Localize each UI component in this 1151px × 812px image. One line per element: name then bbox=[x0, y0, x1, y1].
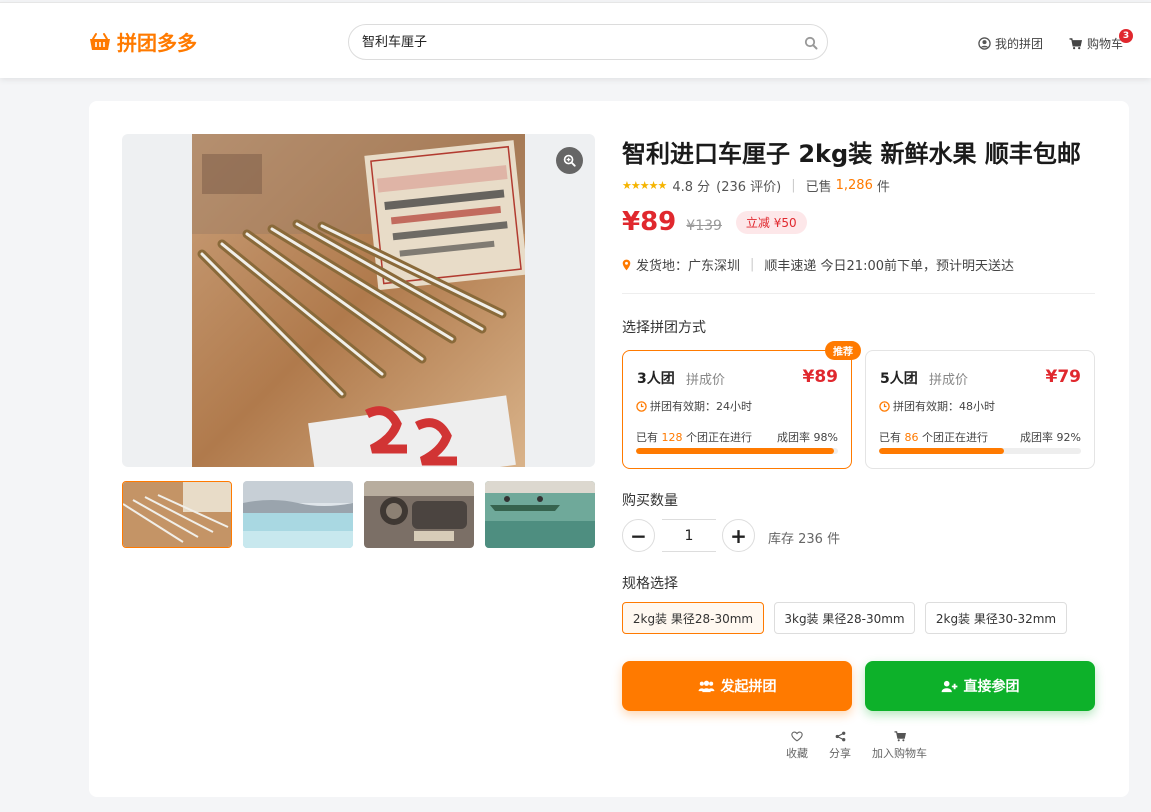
section-divider bbox=[622, 293, 1095, 294]
price-row: ¥89 ¥139 立减 ¥50 bbox=[622, 207, 807, 237]
spec-option-2[interactable]: 3kg装 果径28-30mm bbox=[774, 602, 915, 634]
success-rate-bar bbox=[879, 448, 1081, 454]
sold-unit: 件 bbox=[876, 180, 890, 195]
thumbnail-4[interactable] bbox=[485, 481, 595, 548]
start-group-button[interactable]: 发起拼团 bbox=[622, 661, 852, 711]
start-group-label: 发起拼团 bbox=[720, 679, 777, 695]
users-icon bbox=[698, 680, 714, 692]
group-price-label: 拼成价 bbox=[686, 373, 726, 388]
rating-count[interactable]: (236 评价) bbox=[716, 176, 781, 195]
cart-icon bbox=[1069, 37, 1082, 49]
rating-row: ★★★★★ 4.8 分 (236 评价) | 已售 1,286 件 bbox=[622, 176, 890, 195]
current-price: ¥89 bbox=[622, 207, 677, 237]
clock-icon bbox=[879, 400, 890, 412]
group-validity: 拼团有效期：24小时 bbox=[636, 398, 752, 414]
product-title: 智利进口车厘子 2kg装 新鲜水果 顺丰包邮 bbox=[622, 140, 1081, 168]
group-validity: 拼团有效期：48小时 bbox=[879, 398, 995, 414]
success-rate: 成团率 92% bbox=[1020, 431, 1081, 444]
validity-text: 拼团有效期：48小时 bbox=[893, 400, 995, 413]
share-action[interactable]: 分享 bbox=[829, 731, 851, 761]
user-circle-icon bbox=[978, 37, 991, 50]
rating-score: 4.8 分 bbox=[672, 180, 711, 195]
quantity-decrease-button[interactable]: − bbox=[622, 519, 655, 552]
group-price-label: 拼成价 bbox=[929, 373, 969, 388]
success-rate-fill bbox=[879, 448, 1005, 454]
location-pin-icon bbox=[622, 259, 631, 270]
top-header: 拼团多多 我的拼团 购物车 3 bbox=[0, 2, 1151, 78]
thumbnail-3[interactable] bbox=[364, 481, 474, 548]
join-group-button[interactable]: 直接参团 bbox=[865, 661, 1095, 711]
logo-text: 拼团多多 bbox=[117, 31, 197, 55]
group-option-3[interactable]: 推荐 3人团 拼成价 ¥89 拼团有效期：24小时 已有 128 个团正在进行 … bbox=[622, 341, 861, 469]
user-plus-icon bbox=[941, 680, 957, 692]
thumbnail-strip bbox=[122, 481, 595, 548]
product-photo bbox=[192, 134, 525, 467]
add-cart-label: 加入购物车 bbox=[872, 747, 927, 760]
sold-count: 1,286 bbox=[835, 178, 873, 193]
group-size: 3人团 bbox=[637, 371, 675, 387]
stock-text: 库存 236 件 bbox=[768, 532, 841, 547]
thumbnail-2[interactable] bbox=[243, 481, 353, 548]
ship-info: 顺丰速递 今日21:00前下单，预计明天送达 bbox=[764, 259, 1015, 274]
share-label: 分享 bbox=[829, 747, 851, 760]
zoom-icon bbox=[563, 154, 576, 167]
ongoing-groups: 已有 86 个团正在进行 bbox=[879, 429, 988, 445]
ship-from: 发货地：广东深圳 bbox=[636, 259, 741, 274]
group-size: 5人团 bbox=[880, 371, 918, 387]
cart-icon bbox=[894, 731, 906, 742]
thumbnail-1[interactable] bbox=[122, 481, 232, 548]
group-price: ¥89 bbox=[802, 367, 839, 387]
group-option-5[interactable]: 5人团 拼成价 ¥79 拼团有效期：48小时 已有 86 个团正在进行 成团率 … bbox=[865, 350, 1095, 469]
zoom-button[interactable] bbox=[556, 147, 583, 174]
share-icon bbox=[835, 731, 845, 742]
divider: | bbox=[791, 178, 796, 193]
nav-my-groups[interactable]: 我的拼团 bbox=[978, 35, 1043, 52]
basket-icon bbox=[90, 32, 110, 50]
spec-option-3[interactable]: 2kg装 果径30-32mm bbox=[925, 602, 1067, 634]
success-rate-bar bbox=[636, 448, 838, 454]
join-group-label: 直接参团 bbox=[963, 679, 1020, 695]
ongoing-count: 86 bbox=[904, 431, 919, 444]
ongoing-suffix: 个团正在进行 bbox=[686, 431, 752, 444]
quantity-label: 购买数量 bbox=[622, 493, 678, 509]
validity-text: 拼团有效期：24小时 bbox=[650, 400, 752, 413]
spec-label: 规格选择 bbox=[622, 576, 678, 592]
ongoing-prefix: 已有 bbox=[636, 431, 658, 444]
clock-icon bbox=[636, 400, 647, 412]
group-section-label: 选择拼团方式 bbox=[622, 320, 706, 336]
ongoing-prefix: 已有 bbox=[879, 431, 901, 444]
main-product-image[interactable] bbox=[122, 134, 595, 467]
rating-stars-icon: ★★★★★ bbox=[622, 179, 667, 192]
discount-badge: 立减 ¥50 bbox=[735, 211, 807, 234]
success-rate-fill bbox=[636, 448, 834, 454]
cart-count-badge: 3 bbox=[1119, 29, 1133, 43]
quantity-input[interactable] bbox=[662, 519, 716, 552]
search-input[interactable] bbox=[362, 33, 782, 48]
sold-prefix: 已售 bbox=[805, 180, 832, 195]
nav-my-groups-label: 我的拼团 bbox=[995, 37, 1044, 51]
quantity-increase-button[interactable]: + bbox=[722, 519, 755, 552]
ongoing-suffix: 个团正在进行 bbox=[922, 431, 988, 444]
favorite-action[interactable]: 收藏 bbox=[786, 731, 808, 761]
nav-cart-label: 购物车 bbox=[1087, 37, 1124, 51]
ongoing-count: 128 bbox=[661, 431, 683, 444]
divider: | bbox=[750, 257, 755, 272]
spec-option-1[interactable]: 2kg装 果径28-30mm bbox=[622, 602, 764, 634]
original-price: ¥139 bbox=[686, 218, 722, 234]
favorite-label: 收藏 bbox=[786, 747, 808, 760]
recommend-badge: 推荐 bbox=[825, 341, 861, 360]
search-icon[interactable] bbox=[804, 36, 818, 50]
logo[interactable]: 拼团多多 bbox=[89, 27, 197, 56]
group-price: ¥79 bbox=[1045, 367, 1082, 387]
search-bar bbox=[348, 24, 828, 60]
add-cart-action[interactable]: 加入购物车 bbox=[872, 731, 927, 761]
heart-icon bbox=[791, 731, 803, 742]
success-rate: 成团率 98% bbox=[777, 431, 838, 444]
nav-cart[interactable]: 购物车 bbox=[1069, 35, 1123, 52]
shipping-row: 发货地：广东深圳 | 顺丰速递 今日21:00前下单，预计明天送达 bbox=[622, 255, 1014, 274]
ongoing-groups: 已有 128 个团正在进行 bbox=[636, 429, 752, 445]
